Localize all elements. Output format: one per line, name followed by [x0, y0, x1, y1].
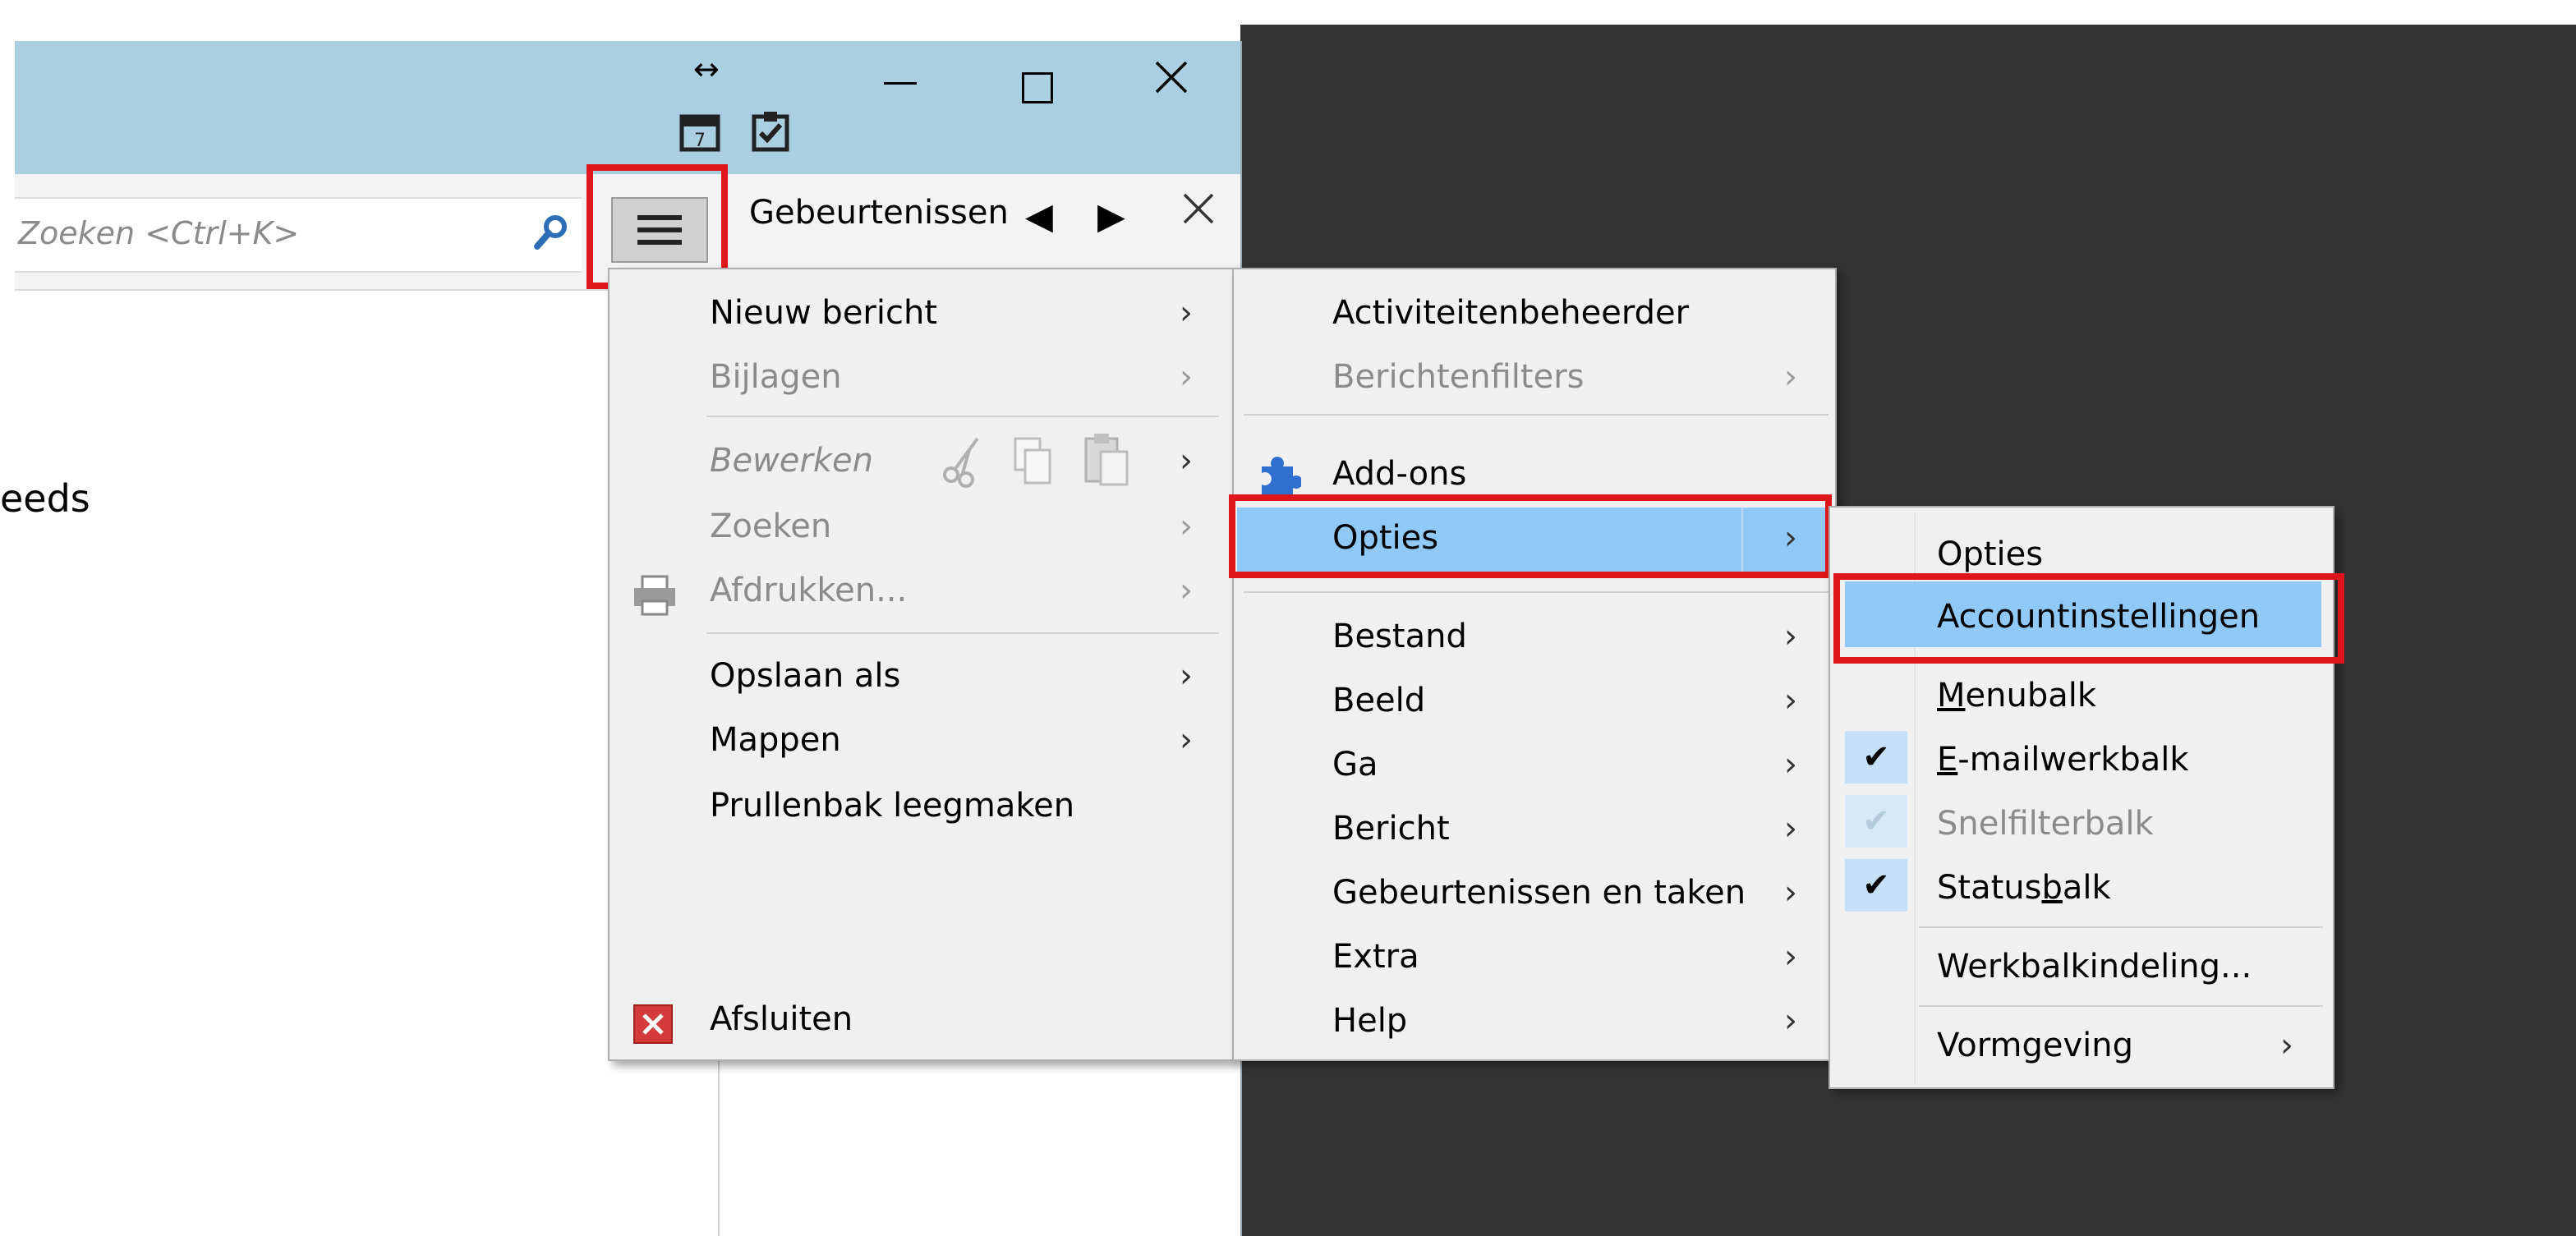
close-pane-icon[interactable] — [1180, 189, 1217, 238]
exit-icon — [632, 1004, 674, 1048]
chevron-right-icon: › — [1784, 810, 1797, 848]
menu-separator — [706, 632, 1219, 634]
menu-item-message[interactable]: Bericht — [1332, 810, 1450, 848]
chevron-right-icon: › — [1180, 358, 1193, 396]
previous-arrow-icon[interactable]: ◀ — [1025, 195, 1053, 237]
menu-item-preferences[interactable]: Opties — [1937, 535, 2043, 573]
copy-icon[interactable] — [1010, 434, 1056, 493]
events-label: Gebeurtenissen — [749, 194, 1009, 232]
chevron-right-icon: › — [1180, 508, 1193, 545]
chevron-right-icon: › — [1784, 746, 1797, 783]
app-menu: Nieuw bericht › Bijlagen › Bewerken › Zo… — [608, 268, 1234, 1061]
menu-item-view[interactable]: Beeld — [1332, 682, 1425, 719]
puzzle-icon — [1255, 452, 1303, 501]
cut-icon[interactable] — [940, 434, 989, 493]
menu-item-folders[interactable]: Mappen — [710, 721, 841, 759]
chevron-right-icon: › — [1784, 938, 1797, 976]
chevron-right-icon: › — [1180, 657, 1193, 695]
menu-item-go[interactable]: Ga — [1332, 746, 1378, 783]
menu-item-tools[interactable]: Extra — [1332, 938, 1419, 976]
annotation-highlight-box — [1833, 573, 2344, 664]
chevron-right-icon: › — [1180, 442, 1193, 480]
checkmark-icon: ✔ — [1845, 731, 1907, 783]
menu-item-message-filters[interactable]: Berichtenfilters — [1332, 358, 1584, 396]
menu-item-quick-filter-bar[interactable]: Snelfilterbalk — [1937, 805, 2154, 843]
minimize-button[interactable] — [884, 82, 917, 85]
chevron-right-icon: › — [1180, 721, 1193, 759]
annotation-highlight-box — [1229, 494, 1832, 578]
menu-item-empty-trash[interactable]: Prullenbak leegmaken — [710, 787, 1074, 825]
menu-item-help[interactable]: Help — [1332, 1002, 1407, 1040]
next-arrow-icon[interactable]: ▶ — [1097, 195, 1125, 237]
checkmark-icon: ✔ — [1845, 859, 1907, 912]
chevron-right-icon: › — [1784, 618, 1797, 655]
menu-item-save-as[interactable]: Opslaan als — [710, 657, 900, 695]
menu-separator — [706, 416, 1219, 417]
chevron-right-icon: › — [1180, 294, 1193, 332]
chevron-right-icon: › — [2280, 1027, 2293, 1064]
chevron-right-icon: › — [1180, 572, 1193, 609]
menu-separator — [1919, 926, 2323, 928]
search-placeholder: Zoeken <Ctrl+K> — [18, 215, 300, 251]
chevron-right-icon: › — [1784, 358, 1797, 396]
menu-item-search[interactable]: Zoeken — [710, 508, 831, 545]
menu-separator — [1919, 1005, 2323, 1007]
menu-item-status-bar[interactable]: Statusbalk — [1937, 869, 2111, 907]
calendar-icon[interactable]: 7 — [677, 108, 723, 163]
menu-item-add-ons[interactable]: Add-ons — [1332, 455, 1466, 493]
menu-item-file[interactable]: Bestand — [1332, 618, 1467, 655]
resize-arrows-icon[interactable]: ↔ — [693, 51, 720, 87]
menu-item-events-and-tasks[interactable]: Gebeurtenissen en taken — [1332, 874, 1746, 912]
menu-item-menu-bar[interactable]: Menubalk — [1937, 677, 2096, 714]
chevron-right-icon: › — [1784, 682, 1797, 719]
menu-item-layout[interactable]: Vormgeving — [1937, 1027, 2133, 1064]
title-bar[interactable] — [15, 41, 1240, 174]
menu-item-exit[interactable]: Afsluiten — [710, 1000, 853, 1038]
desktop-top-strip — [0, 0, 2576, 25]
checkmark-icon: ✔ — [1845, 795, 1907, 848]
printer-icon — [631, 575, 678, 619]
search-icon[interactable] — [529, 210, 573, 255]
chevron-right-icon: › — [1784, 1002, 1797, 1040]
tasks-icon[interactable] — [748, 108, 794, 163]
menu-item-activity-manager[interactable]: Activiteitenbeheerder — [1332, 294, 1689, 332]
menu-separator — [1244, 591, 1828, 593]
menu-item-customize-toolbar[interactable]: Werkbalkindeling... — [1937, 948, 2252, 986]
svg-text:7: 7 — [694, 131, 706, 151]
menu-separator — [1244, 414, 1828, 416]
menu-item-edit[interactable]: Bewerken — [710, 442, 873, 480]
menu-item-print[interactable]: Afdrukken... — [710, 572, 907, 609]
menu-item-attachments[interactable]: Bijlagen — [710, 358, 842, 396]
message-pane-text: eeds — [0, 476, 90, 521]
maximize-button[interactable] — [1022, 72, 1053, 103]
paste-icon[interactable] — [1081, 430, 1134, 493]
menu-item-new-message[interactable]: Nieuw bericht — [710, 294, 937, 332]
chevron-right-icon: › — [1784, 874, 1797, 912]
close-window-button[interactable] — [1152, 57, 1191, 100]
submenu: Activiteitenbeheerder Berichtenfilters ›… — [1232, 268, 1837, 1061]
menu-item-email-toolbar[interactable]: E-mailwerkbalk — [1937, 741, 2189, 779]
